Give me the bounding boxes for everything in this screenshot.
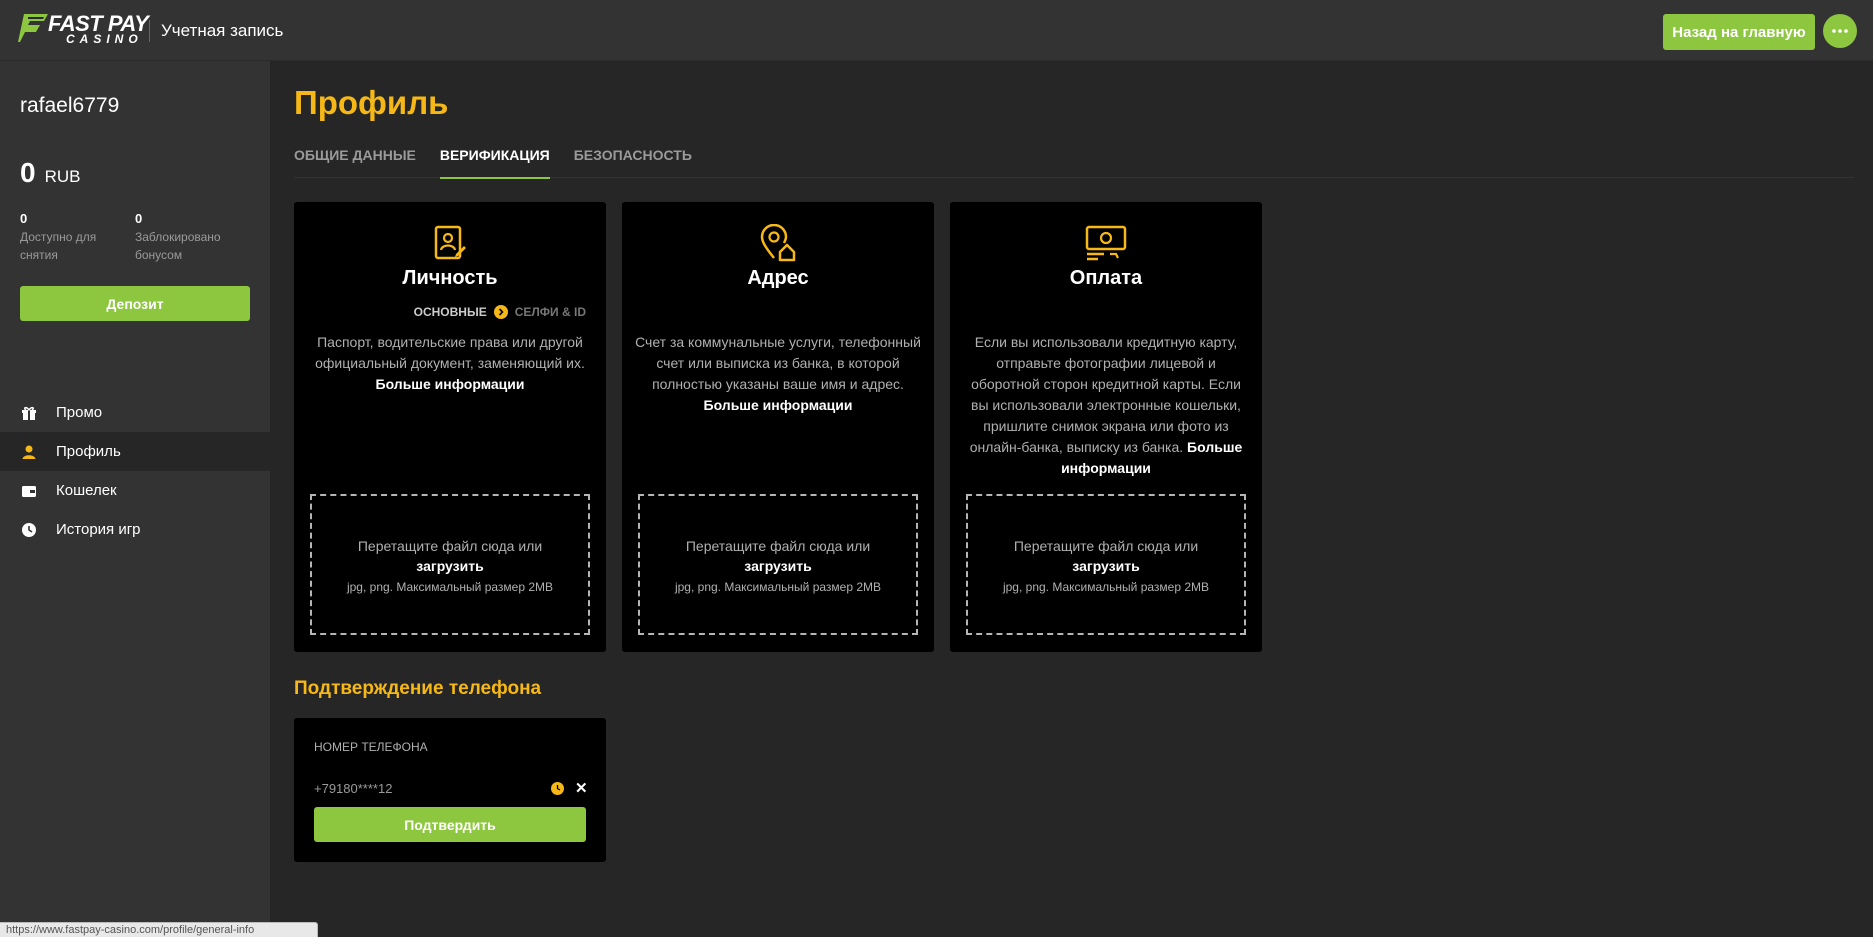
back-to-home-button[interactable]: Назад на главную: [1663, 14, 1815, 50]
phone-verification-card: НОМЕР ТЕЛЕФОНА +79180****12 ✕ Подтвердит…: [294, 718, 606, 862]
confirm-phone-button[interactable]: Подтвердить: [314, 807, 586, 842]
card-description-text: Если вы использовали кредитную карту, от…: [969, 334, 1241, 455]
tab-verification[interactable]: ВЕРИФИКАЦИЯ: [439, 141, 550, 179]
file-dropzone[interactable]: Перетащите файл сюда или загрузить jpg, …: [966, 494, 1246, 635]
verification-card-payment: Оплата Если вы использовали кредитную ка…: [950, 202, 1262, 652]
sidebar-item-wallet[interactable]: Кошелек: [0, 471, 270, 510]
more-menu-button[interactable]: [1823, 14, 1857, 48]
verification-card-address: Адрес Счет за коммунальные услуги, телеф…: [622, 202, 934, 652]
logo-subtext: CASINO: [66, 32, 143, 46]
page-title: Профиль: [294, 84, 449, 121]
top-header: FAST PAY CASINO Учетная запись Назад на …: [0, 0, 1873, 61]
more-info-link[interactable]: Больше информации: [376, 376, 525, 392]
upload-link[interactable]: загрузить: [640, 556, 916, 576]
logo-icon: [18, 14, 48, 42]
sidebar-item-label: Профиль: [56, 443, 121, 460]
dropzone-text: Перетащите файл сюда или: [1013, 538, 1199, 554]
available-label: Доступно для снятия: [20, 230, 97, 262]
clock-icon: [20, 521, 38, 539]
available-value: 0: [20, 211, 28, 226]
verification-steps: ОСНОВНЫЕ СЕЛФИ & ID: [414, 305, 586, 319]
dropzone-text: Перетащите файл сюда или: [357, 538, 543, 554]
phone-section-title: Подтверждение телефона: [294, 678, 542, 699]
sidebar-item-label: Промо: [56, 404, 103, 421]
verification-card-identity: Личность ОСНОВНЫЕ СЕЛФИ & ID Паспорт, во…: [294, 202, 606, 652]
browser-status-url: https://www.fastpay-casino.com/profile/g…: [0, 922, 318, 937]
upload-link[interactable]: загрузить: [968, 556, 1244, 576]
step-selfie-id: СЕЛФИ & ID: [514, 305, 586, 319]
blocked-label: Заблокировано бонусом: [135, 230, 221, 262]
blocked-value: 0: [135, 211, 143, 226]
sidebar-item-game-history[interactable]: История игр: [0, 510, 270, 549]
sidebar-item-label: История игр: [56, 521, 141, 538]
file-dropzone[interactable]: Перетащите файл сюда или загрузить jpg, …: [638, 494, 918, 635]
more-info-link[interactable]: Больше информации: [704, 397, 853, 413]
tab-security[interactable]: БЕЗОПАСНОСТЬ: [574, 141, 692, 178]
blocked-stat: 0 Заблокировано бонусом: [135, 211, 245, 264]
sidebar-item-promo[interactable]: Промо: [0, 393, 270, 432]
card-description-text: Счет за коммунальные услуги, телефонный …: [635, 334, 921, 392]
card-description: Если вы использовали кредитную карту, от…: [962, 332, 1250, 479]
payment-card-icon: [1085, 225, 1127, 261]
chevron-right-icon: [493, 305, 508, 319]
pending-clock-icon: [551, 782, 564, 795]
gift-icon: [20, 404, 38, 422]
sidebar: rafael6779 0 RUB 0 Доступно для снятия 0…: [0, 61, 270, 937]
card-description-text: Паспорт, водительские права или другой о…: [315, 334, 585, 371]
location-home-icon: [760, 224, 796, 262]
card-description: Паспорт, водительские права или другой о…: [306, 332, 594, 395]
dropzone-text: Перетащите файл сюда или: [685, 538, 871, 554]
id-document-icon: [434, 225, 466, 260]
header-divider: [149, 20, 150, 42]
balance-amount: 0: [20, 157, 36, 188]
sidebar-item-label: Кошелек: [56, 482, 117, 499]
sidebar-item-profile[interactable]: Профиль: [0, 432, 270, 471]
card-title: Адрес: [747, 267, 809, 289]
user-icon: [20, 443, 38, 461]
main-content: Профиль ОБЩИЕ ДАННЫЕ ВЕРИФИКАЦИЯ БЕЗОПАС…: [270, 61, 1873, 937]
available-stat: 0 Доступно для снятия: [20, 211, 130, 264]
profile-tabs: ОБЩИЕ ДАННЫЕ ВЕРИФИКАЦИЯ БЕЗОПАСНОСТЬ: [294, 141, 1854, 179]
dropzone-hint: jpg, png. Максимальный размер 2MB: [674, 580, 882, 594]
dots-icon: [1832, 29, 1848, 33]
header-title: Учетная запись: [161, 21, 284, 40]
step-basic: ОСНОВНЫЕ: [413, 305, 487, 319]
username: rafael6779: [20, 94, 120, 117]
wallet-icon: [20, 482, 38, 500]
card-description: Счет за коммунальные услуги, телефонный …: [634, 332, 922, 416]
close-icon[interactable]: ✕: [575, 779, 588, 797]
card-title: Оплата: [1069, 267, 1143, 289]
deposit-button[interactable]: Депозит: [20, 286, 250, 321]
phone-number-field[interactable]: +79180****12: [314, 781, 392, 796]
card-title: Личность: [402, 267, 498, 289]
upload-link[interactable]: загрузить: [312, 556, 588, 576]
dropzone-hint: jpg, png. Максимальный размер 2MB: [346, 580, 554, 594]
file-dropzone[interactable]: Перетащите файл сюда или загрузить jpg, …: [310, 494, 590, 635]
phone-label: НОМЕР ТЕЛЕФОНА: [314, 740, 428, 754]
balance: 0 RUB: [20, 157, 80, 189]
sidebar-nav: Промо Профиль Кошелек История игр: [0, 393, 270, 549]
fastpay-logo[interactable]: FAST PAY CASINO: [18, 12, 149, 46]
dropzone-hint: jpg, png. Максимальный размер 2MB: [1002, 580, 1210, 594]
balance-currency: RUB: [44, 167, 81, 186]
tab-general-data[interactable]: ОБЩИЕ ДАННЫЕ: [294, 141, 416, 178]
